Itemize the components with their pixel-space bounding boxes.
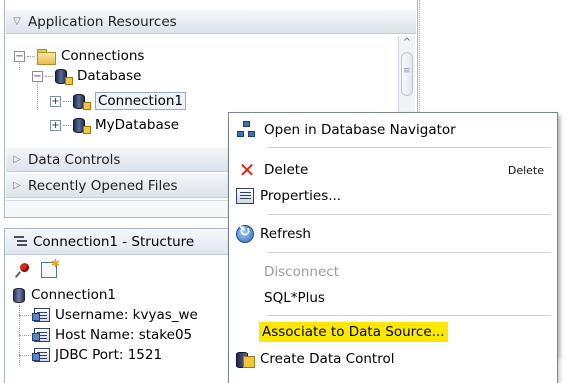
tree-connector <box>19 354 33 356</box>
data-controls-title: Data Controls <box>28 151 121 168</box>
structure-row-label: Host Name: stake05 <box>55 327 193 343</box>
jdeveloper-window: ▽ Application Resources − Connections − … <box>0 0 575 383</box>
data-control-icon <box>236 350 255 368</box>
menu-item-create-data-control[interactable]: Create Data Control <box>230 346 556 372</box>
tree-node-database[interactable]: − Database <box>32 66 141 86</box>
database-navigator-icon <box>236 120 258 140</box>
structure-title: Connection1 - Structure <box>33 233 195 250</box>
tree-connector <box>19 334 33 336</box>
structure-icon <box>13 235 29 249</box>
property-icon <box>32 308 50 322</box>
scroll-up-icon[interactable]: ^ <box>402 38 412 48</box>
folder-icon <box>36 48 56 65</box>
blank-icon <box>236 262 258 282</box>
expanded-arrow-icon: ▽ <box>13 16 21 27</box>
database-icon <box>13 287 25 303</box>
tree-connector <box>63 124 71 126</box>
connection1-label: Connection1 <box>95 92 186 110</box>
connections-label: Connections <box>61 48 145 64</box>
property-icon <box>32 348 50 362</box>
tree-connector <box>27 55 35 57</box>
delete-shortcut: Delete <box>507 163 544 177</box>
blank-icon <box>236 288 258 308</box>
menu-separator <box>267 214 551 215</box>
tree-connector <box>45 75 53 77</box>
tree-connector <box>19 314 33 316</box>
menu-separator <box>267 147 551 148</box>
menu-item-refresh[interactable]: Refresh <box>230 221 556 247</box>
application-resources-header[interactable]: ▽ Application Resources <box>6 10 416 34</box>
property-icon <box>32 328 50 342</box>
delete-icon: ✕ <box>238 158 256 182</box>
recently-opened-files-title: Recently Opened Files <box>28 177 178 194</box>
structure-row-label: Username: kvyas_we <box>55 307 198 323</box>
collapsed-arrow-icon: ▷ <box>13 180 21 191</box>
refresh-icon <box>236 224 254 243</box>
collapsed-arrow-icon: ▷ <box>13 154 21 165</box>
menu-item-sqlplus[interactable]: SQL*Plus <box>230 285 556 311</box>
menu-separator <box>267 252 551 253</box>
structure-row[interactable]: Username: kvyas_we <box>19 305 198 325</box>
expand-icon[interactable]: + <box>50 119 61 131</box>
connection-icon <box>72 93 91 110</box>
menu-item-disconnect: Disconnect <box>230 259 556 285</box>
menu-item-associate-to-data-source[interactable]: Associate to Data Source... <box>259 320 448 344</box>
expand-icon[interactable]: + <box>50 95 61 107</box>
menu-item-delete[interactable]: ✕ Delete Delete <box>230 157 556 183</box>
database-folder-icon <box>54 68 73 85</box>
structure-row[interactable]: JDBC Port: 1521 <box>19 345 162 365</box>
structure-row-label: JDBC Port: 1521 <box>55 347 163 363</box>
menu-separator <box>267 315 551 316</box>
collapse-icon[interactable]: − <box>32 70 43 82</box>
new-property-icon[interactable] <box>41 257 60 278</box>
tree-node-connections[interactable]: − Connections <box>14 46 144 66</box>
menu-item-open-in-database-navigator[interactable]: Open in Database Navigator <box>230 117 556 143</box>
properties-icon <box>236 188 254 204</box>
scroll-thumb[interactable] <box>401 52 413 96</box>
structure-root[interactable]: Connection1 <box>13 285 116 305</box>
connection-icon <box>72 117 91 134</box>
tree-connector <box>63 100 71 102</box>
mydatabase-label: MyDatabase <box>95 117 180 133</box>
application-resources-title: Application Resources <box>28 13 177 30</box>
collapse-icon[interactable]: − <box>14 50 25 62</box>
tree-node-connection1[interactable]: + Connection1 <box>50 91 186 111</box>
pin-icon[interactable] <box>15 262 31 278</box>
menu-item-properties[interactable]: Properties... <box>230 183 556 209</box>
context-menu: Open in Database Navigator ✕ Delete Dele… <box>228 112 558 355</box>
database-label: Database <box>77 68 142 84</box>
context-menu-continuation: Create Data Control <box>228 351 558 383</box>
tree-node-mydatabase[interactable]: + MyDatabase <box>50 115 179 135</box>
structure-root-label: Connection1 <box>31 287 116 303</box>
structure-row[interactable]: Host Name: stake05 <box>19 325 192 345</box>
